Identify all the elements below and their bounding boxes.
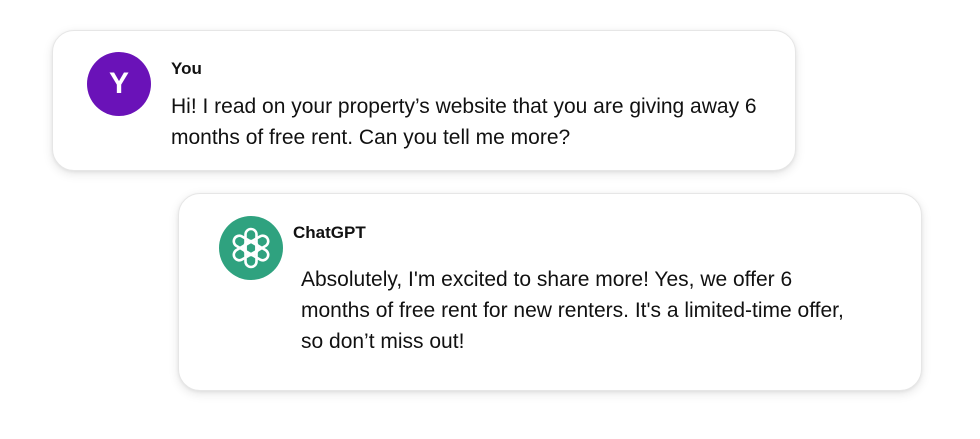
assistant-avatar: [219, 216, 283, 280]
user-message-text: Hi! I read on your property’s website th…: [171, 95, 757, 149]
user-sender-name: You: [171, 59, 202, 78]
user-avatar: Y: [87, 52, 151, 116]
openai-logo-icon: [232, 227, 270, 269]
assistant-message-card: ChatGPT Absolutely, I'm excited to share…: [178, 193, 922, 391]
chat-transcript: Y You Hi! I read on your property’s webs…: [0, 0, 980, 439]
assistant-sender-name: ChatGPT: [293, 223, 366, 242]
assistant-message-text: Absolutely, I'm excited to share more! Y…: [301, 268, 844, 353]
user-message-card: Y You Hi! I read on your property’s webs…: [52, 30, 796, 171]
user-avatar-initial: Y: [108, 67, 129, 100]
